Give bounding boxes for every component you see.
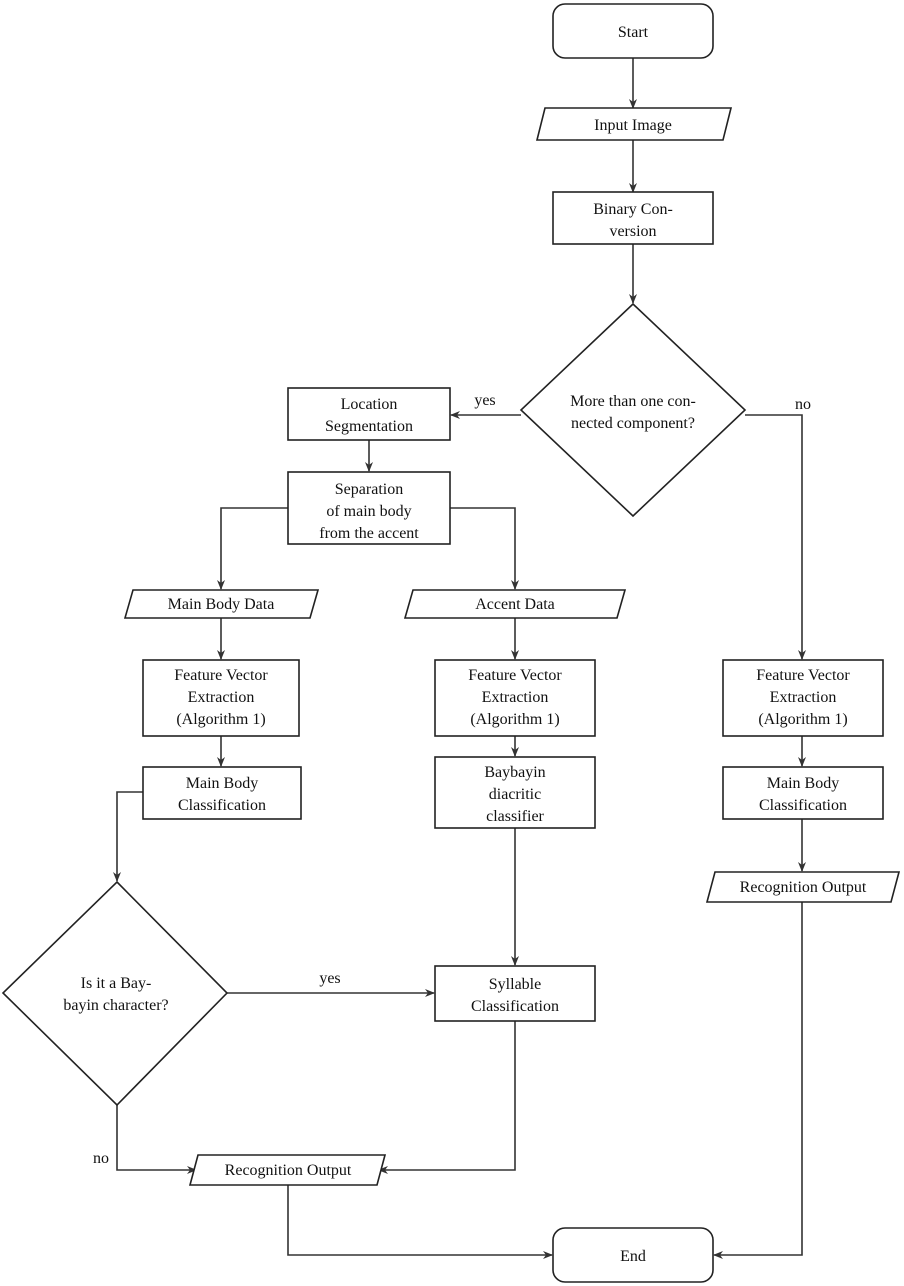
svg-text:Start: Start — [618, 24, 649, 41]
svg-text:Segmentation: Segmentation — [325, 418, 413, 435]
node-mbc-right: Main Body Classification — [722, 766, 884, 820]
label-components-yes: yes — [474, 392, 495, 409]
svg-text:Main Body Data: Main Body Data — [168, 596, 275, 613]
edge-mbc-decision — [113, 791, 143, 882]
svg-text:of main body: of main body — [326, 503, 411, 520]
edge-baybayin-no — [116, 1105, 197, 1174]
node-separation: Separation of main body from the accent — [287, 471, 451, 545]
svg-text:Syllable: Syllable — [489, 976, 541, 993]
svg-text:Extraction: Extraction — [188, 689, 255, 706]
svg-text:version: version — [609, 223, 656, 240]
node-mbc-left: Main Body Classification — [142, 766, 302, 820]
svg-text:Baybayin: Baybayin — [484, 764, 545, 781]
node-fve-left: Feature Vector Extraction (Algorithm 1) — [142, 659, 300, 737]
svg-text:Classification: Classification — [759, 797, 847, 814]
edge-output-right-end — [713, 902, 803, 1259]
svg-text:End: End — [620, 1248, 646, 1265]
svg-text:Recognition Output: Recognition Output — [740, 879, 867, 896]
svg-text:Extraction: Extraction — [482, 689, 549, 706]
node-main-body-data: Main Body Data — [123, 589, 320, 619]
svg-text:Extraction: Extraction — [770, 689, 837, 706]
svg-text:(Algorithm 1): (Algorithm 1) — [470, 711, 559, 728]
svg-text:More than one con-: More than one con- — [570, 393, 696, 410]
svg-text:diacritic: diacritic — [489, 786, 541, 803]
label-baybayin-no: no — [93, 1150, 109, 1167]
svg-text:classifier: classifier — [486, 808, 544, 825]
edge-separation-mainbody — [217, 507, 288, 590]
node-diacritic-classifier: Baybayin diacritic classifier — [434, 756, 596, 829]
svg-text:Classification: Classification — [471, 998, 559, 1015]
node-binary-conversion: Binary Con- version — [552, 191, 714, 245]
svg-text:Main Body: Main Body — [767, 775, 839, 792]
edge-decision-no — [745, 414, 806, 660]
node-decision-baybayin: Is it a Bay- bayin character? — [1, 880, 229, 1107]
edge-output-end — [287, 1185, 553, 1259]
node-input-image: Input Image — [535, 107, 733, 141]
svg-text:Feature Vector: Feature Vector — [756, 667, 850, 684]
label-components-no: no — [795, 396, 811, 413]
node-syllable-classification: Syllable Classification — [434, 965, 596, 1022]
node-fve-mid: Feature Vector Extraction (Algorithm 1) — [434, 659, 596, 737]
svg-text:nected component?: nected component? — [571, 415, 695, 432]
svg-text:Location: Location — [341, 396, 398, 413]
svg-text:Is it a Bay-: Is it a Bay- — [81, 975, 152, 992]
svg-text:Feature Vector: Feature Vector — [468, 667, 562, 684]
node-accent-data: Accent Data — [403, 589, 627, 619]
node-recognition-output-bottom: Recognition Output — [188, 1154, 387, 1186]
svg-text:(Algorithm 1): (Algorithm 1) — [176, 711, 265, 728]
label-baybayin-yes: yes — [319, 970, 340, 987]
edge-separation-accent — [450, 507, 519, 590]
node-end: End — [552, 1227, 714, 1283]
svg-text:Recognition Output: Recognition Output — [225, 1162, 352, 1179]
svg-text:Feature Vector: Feature Vector — [174, 667, 268, 684]
node-location-segmentation: Location Segmentation — [287, 387, 451, 441]
node-start: Start — [552, 3, 714, 59]
svg-text:Separation: Separation — [335, 481, 403, 498]
svg-text:Main Body: Main Body — [186, 775, 258, 792]
flowchart: yes no yes no Start Input Image Binary C… — [1, 3, 901, 1283]
svg-text:Classification: Classification — [178, 797, 266, 814]
svg-text:from the accent: from the accent — [319, 525, 419, 542]
svg-text:Binary Con-: Binary Con- — [593, 201, 673, 218]
node-fve-right: Feature Vector Extraction (Algorithm 1) — [722, 659, 884, 737]
svg-text:Input Image: Input Image — [594, 117, 672, 134]
svg-text:(Algorithm 1): (Algorithm 1) — [758, 711, 847, 728]
edge-syllable-output — [378, 1021, 516, 1174]
svg-text:bayin character?: bayin character? — [63, 997, 168, 1014]
node-recognition-output-right: Recognition Output — [705, 871, 901, 903]
svg-text:Accent Data: Accent Data — [475, 596, 555, 613]
node-decision-components: More than one con- nected component? — [519, 302, 747, 518]
